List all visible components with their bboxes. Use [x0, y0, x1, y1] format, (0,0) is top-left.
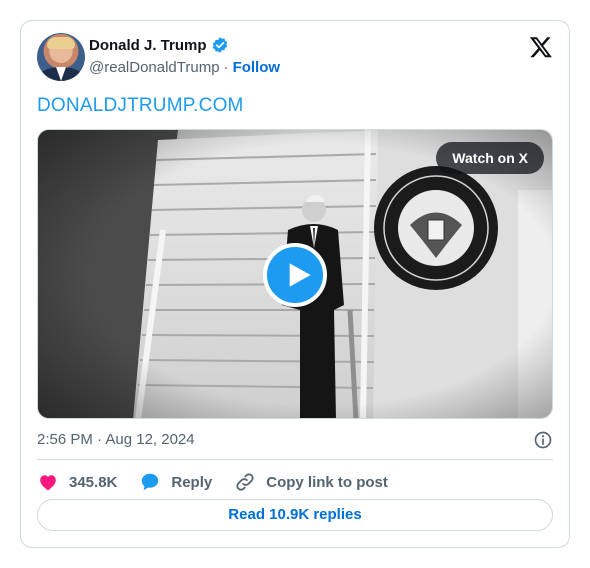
link-icon [236, 473, 254, 491]
post-header: Donald J. Trump @realDonaldTrump · Follo… [37, 33, 553, 83]
verified-badge-icon [211, 36, 229, 54]
x-logo-icon[interactable] [529, 35, 553, 59]
author-name-row: Donald J. Trump [89, 36, 229, 54]
reply-button[interactable]: Reply [139, 471, 212, 493]
info-icon[interactable] [533, 430, 553, 450]
read-replies-button[interactable]: Read 10.9K replies [37, 499, 553, 531]
reply-label: Reply [171, 473, 213, 491]
video-player[interactable]: Watch on X [37, 129, 553, 419]
copy-link-button[interactable]: Copy link to post [234, 471, 388, 493]
post-link-text[interactable]: DONALDJTRUMP.COM [37, 95, 244, 117]
like-button[interactable]: 345.8K [37, 471, 117, 493]
divider [37, 459, 553, 460]
post-timestamp[interactable]: 2:56 PM · Aug 12, 2024 [37, 431, 195, 448]
play-icon [289, 263, 311, 287]
separator-dot: · [223, 59, 229, 76]
likes-count: 345.8K [69, 473, 118, 491]
speech-bubble-icon [142, 473, 159, 491]
watch-on-x-button[interactable]: Watch on X [436, 142, 544, 174]
play-button[interactable] [263, 243, 327, 307]
embedded-post-card[interactable]: Donald J. Trump @realDonaldTrump · Follo… [20, 20, 570, 548]
timestamp-row: 2:56 PM · Aug 12, 2024 [37, 429, 553, 451]
author-handle-row: @realDonaldTrump · Follow [89, 59, 280, 76]
copy-link-label: Copy link to post [266, 473, 388, 491]
action-bar: 345.8K Reply Copy link to post [37, 467, 553, 497]
heart-icon [40, 475, 56, 491]
author-display-name[interactable]: Donald J. Trump [89, 37, 207, 54]
author-handle[interactable]: @realDonaldTrump [89, 59, 220, 76]
author-avatar[interactable] [37, 33, 85, 81]
follow-button[interactable]: Follow [233, 59, 281, 76]
